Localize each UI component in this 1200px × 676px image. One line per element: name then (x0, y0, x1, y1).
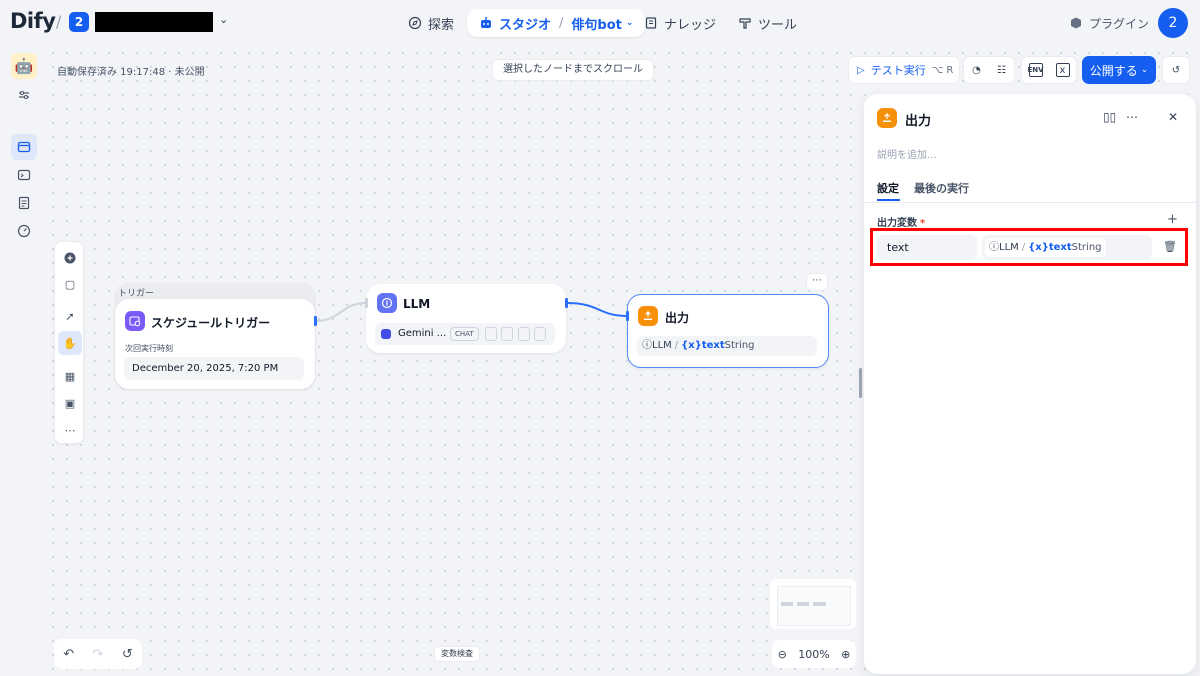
add-variable-button[interactable]: + (1167, 212, 1178, 227)
active-tab-indicator (877, 199, 900, 201)
var-name: text (701, 340, 725, 351)
output-icon (638, 306, 658, 326)
llm-mode-badge: CHAT (450, 327, 479, 341)
document-icon (501, 327, 513, 341)
output-node[interactable] (627, 294, 829, 368)
image-icon (518, 327, 530, 341)
var-source-icon: ⓘ (642, 340, 652, 351)
llm-model-name: Gemini ... (398, 328, 447, 339)
zoom-in-icon[interactable]: ⊕ (841, 648, 850, 661)
llm-output-handle[interactable] (565, 298, 568, 308)
minimap-node (813, 602, 826, 606)
next-run-value: December 20, 2025, 7:20 PM (124, 357, 304, 380)
more-icon[interactable]: ⋯ (1126, 110, 1138, 124)
zoom-out-icon[interactable]: ⊖ (778, 648, 787, 661)
output-variable-chip: ⓘLLM / {x}textString (637, 336, 817, 356)
next-run-label: 次回実行時刻 (125, 344, 173, 353)
output-icon (877, 108, 897, 128)
variable-icon: {x} (681, 340, 702, 351)
gemini-icon (381, 329, 391, 339)
var-type: String (724, 340, 755, 351)
tab-divider (864, 202, 1196, 203)
minimap-node (781, 602, 793, 606)
undo-redo-bar: ↶ ↷ ↺ (54, 639, 142, 669)
trigger-output-handle[interactable] (314, 316, 317, 326)
history-icon[interactable]: ↺ (122, 647, 133, 662)
redo-icon[interactable]: ↷ (93, 647, 104, 662)
zoom-controls: ⊖ 100% ⊕ (772, 640, 856, 668)
output-variables-label: 出力変数 * (877, 214, 925, 229)
vision-icon (485, 327, 497, 341)
trigger-group-label: トリガー (118, 289, 155, 299)
panel-resize-handle[interactable] (859, 368, 862, 398)
zoom-level[interactable]: 100% (798, 648, 829, 661)
llm-node-title: LLM (403, 297, 431, 311)
calendar-clock-icon (125, 311, 145, 331)
annotation-highlight-box (870, 228, 1188, 266)
tab-last-run[interactable]: 最後の実行 (914, 180, 969, 196)
undo-icon[interactable]: ↶ (63, 647, 74, 662)
llm-input-handle[interactable] (365, 298, 368, 308)
split-view-icon[interactable]: ▯▯ (1103, 110, 1116, 124)
minimap-viewport[interactable] (777, 586, 851, 626)
var-separator: / (674, 340, 679, 351)
brain-icon (377, 293, 397, 313)
trigger-node-title: スケジュールトリガー (151, 316, 271, 330)
description-input[interactable]: 説明を追加... (877, 146, 937, 161)
panel-title[interactable]: 出力 (905, 110, 931, 129)
variable-inspect-button[interactable]: 変数検査 (434, 646, 480, 662)
sparkle-icon (534, 327, 546, 341)
output-input-handle[interactable] (626, 311, 629, 321)
minimap-node (797, 602, 809, 606)
var-source: LLM (652, 340, 672, 351)
tab-settings[interactable]: 設定 (877, 180, 899, 196)
node-more-button[interactable]: ⋯ (806, 273, 828, 291)
output-node-title: 出力 (665, 311, 690, 325)
close-icon[interactable]: ✕ (1168, 110, 1178, 124)
